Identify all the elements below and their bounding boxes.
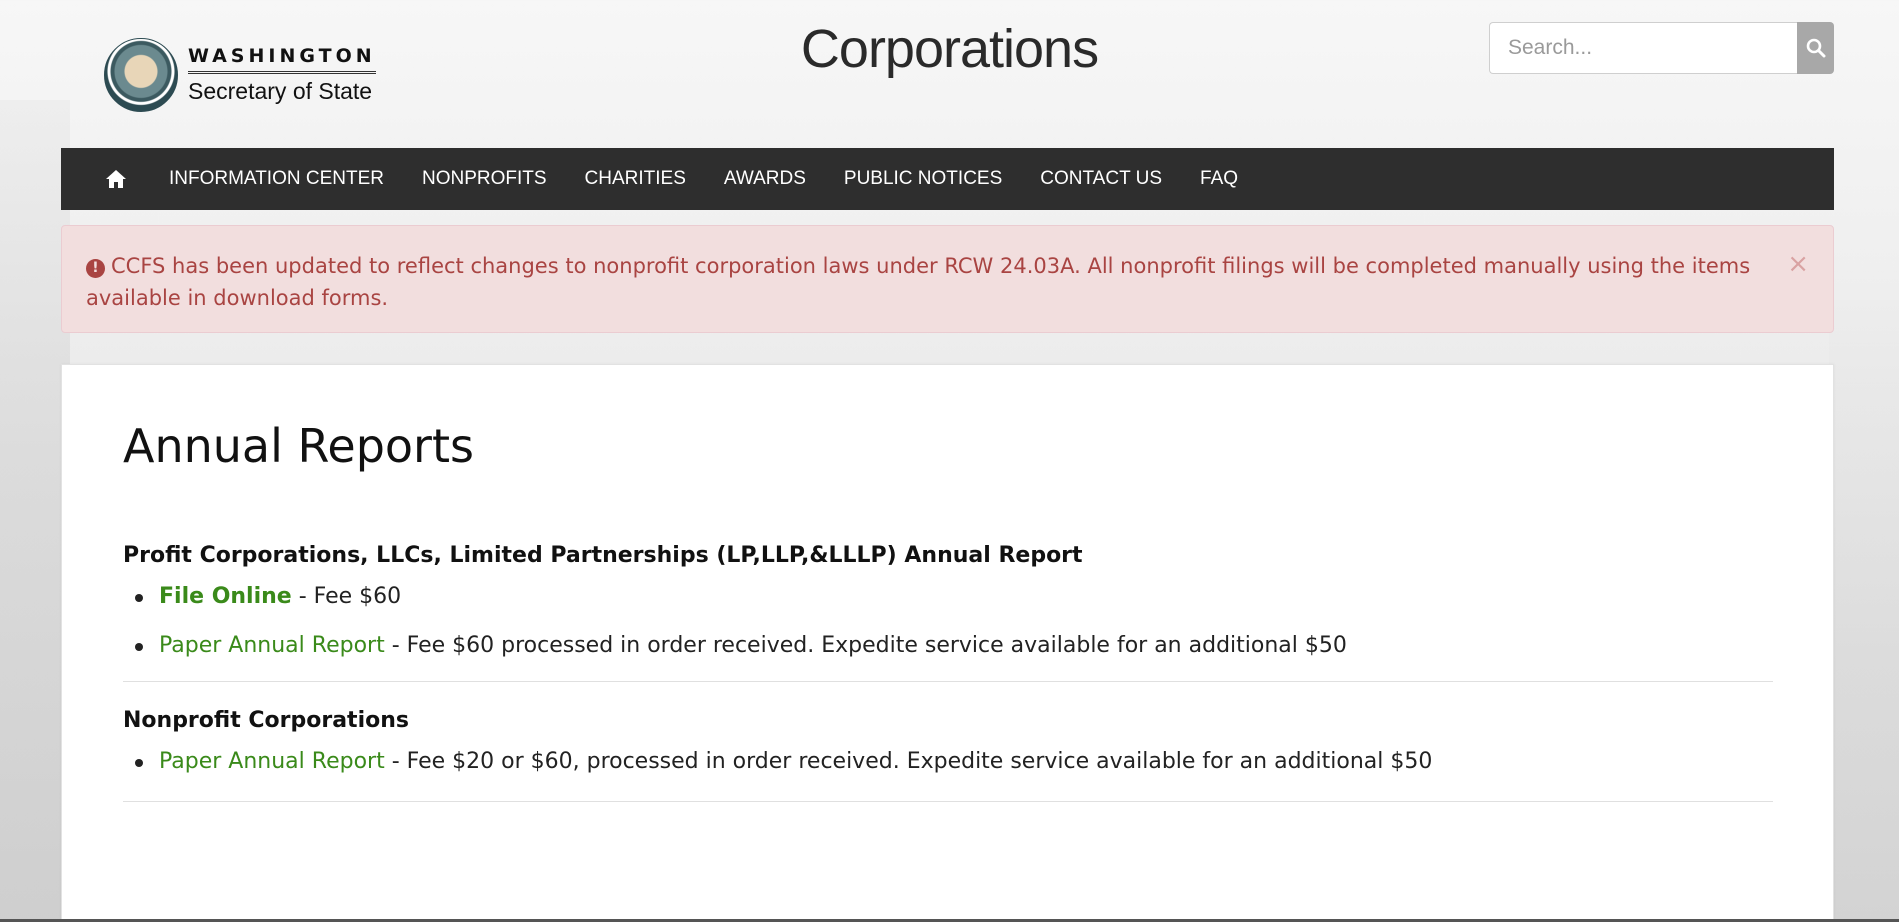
content-card: Annual Reports Profit Corporations, LLCs…: [61, 364, 1834, 922]
item-description: - Fee $60: [291, 584, 402, 609]
list-item: Paper Annual Report - Fee $20 or $60, pr…: [123, 749, 1773, 775]
nav-item-public-notices[interactable]: PUBLIC NOTICES: [844, 168, 1002, 190]
alert-banner: ! CCFS has been updated to reflect change…: [61, 225, 1834, 333]
search-box: [1489, 22, 1834, 74]
nav-item-faq[interactable]: FAQ: [1200, 168, 1238, 190]
home-icon: [106, 170, 126, 188]
paper-annual-report-link[interactable]: Paper Annual Report: [159, 633, 385, 658]
link-list: File Online - Fee $60 Paper Annual Repor…: [123, 584, 1773, 659]
alert-message: CCFS has been updated to reflect changes…: [86, 254, 1751, 310]
main-content: Annual Reports Profit Corporations, LLCs…: [123, 365, 1773, 802]
section-title: Nonprofit Corporations: [123, 708, 409, 733]
nonprofit-corporations-section: Nonprofit Corporations Paper Annual Repo…: [123, 708, 1773, 802]
paper-annual-report-link[interactable]: Paper Annual Report: [159, 749, 385, 774]
nav-item-nonprofits[interactable]: NONPROFITS: [422, 168, 547, 190]
profit-corporations-section: Profit Corporations, LLCs, Limited Partn…: [123, 543, 1773, 682]
exclamation-circle-icon: !: [86, 259, 105, 278]
nav-item-awards[interactable]: AWARDS: [724, 168, 806, 190]
list-item: Paper Annual Report - Fee $60 processed …: [123, 633, 1773, 659]
item-description: - Fee $20 or $60, processed in order rec…: [384, 749, 1433, 774]
link-list: Paper Annual Report - Fee $20 or $60, pr…: [123, 749, 1773, 775]
item-description: - Fee $60 processed in order received. E…: [384, 633, 1347, 658]
search-icon: [1806, 38, 1825, 58]
nav-item-information-center[interactable]: INFORMATION CENTER: [169, 168, 384, 190]
nav-item-charities[interactable]: CHARITIES: [585, 168, 686, 190]
background-left-decor: [0, 100, 70, 922]
file-online-link[interactable]: File Online: [159, 584, 292, 609]
background-right-decor: [1829, 300, 1899, 922]
search-input[interactable]: [1489, 22, 1797, 74]
section-title: Profit Corporations, LLCs, Limited Partn…: [123, 543, 1083, 568]
section-heading: Annual Reports: [123, 419, 474, 473]
close-icon[interactable]: ×: [1787, 248, 1809, 280]
list-item: File Online - Fee $60: [123, 584, 1773, 610]
logo-subtitle: Secretary of State: [188, 78, 373, 104]
nav-home-link[interactable]: [105, 169, 165, 189]
main-navigation: INFORMATION CENTER NONPROFITS CHARITIES …: [61, 148, 1834, 210]
nav-item-contact-us[interactable]: CONTACT US: [1040, 168, 1162, 190]
search-button[interactable]: [1797, 22, 1834, 74]
